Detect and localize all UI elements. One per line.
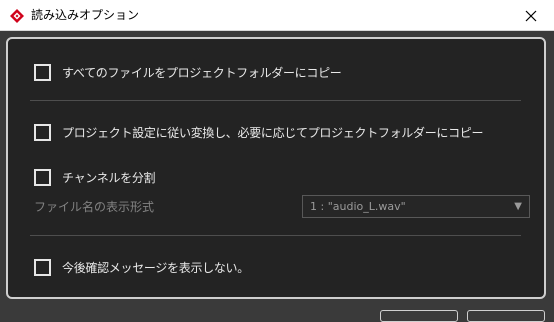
dont-show-again-label: 今後確認メッセージを表示しない。	[62, 260, 249, 275]
copy-all-label: すべてのファイルをプロジェクトフォルダーにコピー	[62, 65, 342, 80]
cubase-logo-icon	[10, 9, 24, 23]
copy-all-option[interactable]: すべてのファイルをプロジェクトフォルダーにコピー	[34, 63, 342, 81]
title-bar: 読み込みオプション	[0, 0, 554, 31]
cancel-button[interactable]	[467, 310, 545, 322]
split-channels-checkbox[interactable]	[34, 168, 51, 186]
options-panel: すべてのファイルをプロジェクトフォルダーにコピー プロジェクト設定に従い変換し、…	[6, 37, 546, 299]
filename-format-value: 1 : "audio_L.wav"	[310, 200, 406, 213]
convert-copy-checkbox[interactable]	[34, 123, 51, 141]
chevron-down-icon: ▼	[514, 201, 522, 212]
copy-all-checkbox[interactable]	[34, 63, 51, 81]
close-icon	[525, 10, 537, 21]
filename-format-label: ファイル名の表示形式	[34, 200, 155, 214]
split-channels-option[interactable]: チャンネルを分割	[34, 168, 156, 186]
divider	[30, 100, 521, 101]
dont-show-again-option[interactable]: 今後確認メッセージを表示しない。	[34, 258, 249, 276]
dialog-body: すべてのファイルをプロジェクトフォルダーにコピー プロジェクト設定に従い変換し、…	[0, 31, 554, 314]
divider	[30, 235, 521, 236]
window-title: 読み込みオプション	[31, 8, 140, 22]
convert-copy-option[interactable]: プロジェクト設定に従い変換し、必要に応じてプロジェクトフォルダーにコピー	[34, 123, 484, 141]
dont-show-again-checkbox[interactable]	[34, 258, 51, 276]
split-channels-label: チャンネルを分割	[62, 170, 156, 185]
ok-button[interactable]	[380, 310, 458, 322]
filename-format-dropdown[interactable]: 1 : "audio_L.wav" ▼	[302, 195, 530, 218]
convert-copy-label: プロジェクト設定に従い変換し、必要に応じてプロジェクトフォルダーにコピー	[62, 125, 484, 140]
close-button[interactable]	[508, 0, 554, 31]
